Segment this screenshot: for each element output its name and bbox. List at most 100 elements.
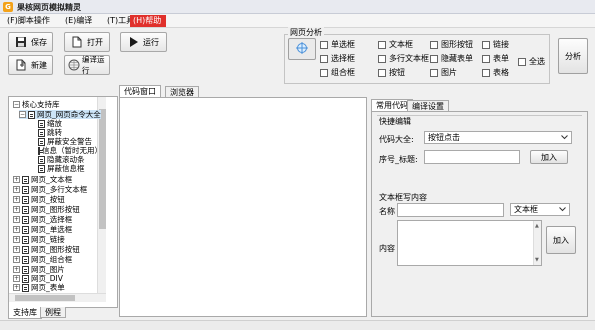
document-icon (38, 119, 45, 128)
tree-horizontal-scrollbar[interactable] (9, 293, 106, 302)
new-label: 新建 (31, 60, 47, 70)
checkbox-textbox[interactable]: 文本框 (378, 39, 413, 50)
tree-node[interactable]: + 网页_单选框 (13, 225, 72, 234)
code-library-select[interactable]: 按钮点击 (424, 131, 572, 144)
checkbox-hidden-form[interactable]: 隐藏表单 (430, 53, 473, 64)
tree-leaf[interactable]: 屏蔽信息框 (38, 164, 85, 173)
open-file-icon (70, 36, 83, 49)
seq-title-input[interactable] (424, 150, 520, 164)
compile-run-button[interactable]: 编译运行 (64, 55, 110, 75)
document-icon (22, 245, 29, 254)
tab-examples[interactable]: 例程 (40, 307, 66, 318)
tree-scroll-thumb[interactable] (99, 109, 106, 229)
tree-leaf[interactable]: 缩放 (38, 119, 62, 128)
document-icon (22, 205, 29, 214)
checkbox-multiline[interactable]: 多行文本框 (378, 53, 429, 64)
tree-leaf[interactable]: 信息（暂时无用） (38, 146, 97, 155)
open-button[interactable]: 打开 (64, 32, 110, 52)
checkbox-radio[interactable]: 单选框 (320, 39, 355, 50)
scroll-down-icon: ▼ (535, 257, 539, 263)
content-scrollbar[interactable]: ▲ ▼ (533, 221, 541, 265)
menu-help[interactable]: (H)帮助 (130, 15, 166, 27)
quick-edit-title: 快捷编辑 (379, 117, 411, 126)
content-label: 内容 (379, 244, 395, 253)
tree-leaf[interactable]: 跳转 (38, 128, 62, 137)
analyze-button[interactable]: 分析 (558, 38, 588, 74)
chevron-down-icon (559, 204, 566, 215)
tree-node[interactable]: + 网页_图形按钮 (13, 205, 80, 214)
tree-node[interactable]: + 网页_多行文本框 (13, 185, 87, 194)
name-label: 名称 (379, 207, 395, 216)
tree-node[interactable]: + 网页_图形按钮 (13, 245, 80, 254)
menu-script[interactable]: (F)脚本操作 (4, 15, 53, 27)
app-logo-icon: G (3, 2, 13, 12)
save-icon (14, 36, 27, 49)
add-content-button[interactable]: 加入 (546, 226, 576, 254)
open-label: 打开 (87, 37, 103, 47)
tree-hscroll-thumb[interactable] (15, 295, 75, 301)
text-write-title: 文本框写内容 (379, 193, 427, 202)
checkbox-form[interactable]: 表单 (482, 53, 509, 64)
tree-node[interactable]: + 网页_按钮 (13, 195, 65, 204)
tree-node[interactable]: + 网页_链接 (13, 235, 65, 244)
element-type-select[interactable]: 文本框 (510, 203, 570, 216)
tab-library[interactable]: 支持库 (8, 307, 42, 319)
document-icon (38, 155, 45, 164)
checkbox-table[interactable]: 表格 (482, 67, 509, 78)
document-icon (22, 225, 29, 234)
document-icon (38, 164, 45, 173)
tree-leaf[interactable]: 隐藏滚动条 (38, 155, 85, 164)
checkbox-image[interactable]: 图片 (430, 67, 457, 78)
document-icon (28, 110, 35, 119)
tree-vertical-scrollbar[interactable] (97, 97, 106, 293)
tree-node-commands[interactable]: − 网页_网页命令大全 (19, 110, 101, 119)
document-icon (22, 195, 29, 204)
tree-node[interactable]: + 网页_组合框 (13, 255, 72, 264)
play-icon (126, 36, 139, 49)
tree-node[interactable]: + 网页_DIV (13, 274, 63, 283)
checkbox-select-all[interactable]: 全选 (518, 56, 545, 67)
document-icon (38, 137, 45, 146)
checkbox-image-button[interactable]: 图形按钮 (430, 39, 473, 50)
document-icon (38, 128, 45, 137)
status-bar (0, 320, 595, 330)
checkbox-link[interactable]: 链接 (482, 39, 509, 50)
tree-root[interactable]: − 核心支持库 (13, 100, 60, 109)
tree-node[interactable]: + 网页_表单 (13, 283, 65, 292)
tree-node[interactable]: + 网页_图片 (13, 265, 65, 274)
code-library-label: 代码大全: (379, 135, 414, 144)
menu-bar: (F)脚本操作 (E)编译 (T)工具 (H)帮助 (0, 14, 595, 28)
tree-leaf[interactable]: 屏蔽安全警告 (38, 137, 92, 146)
save-button[interactable]: 保存 (8, 32, 53, 52)
window-title: 果核网页模拟精灵 (17, 3, 81, 12)
tree-node[interactable]: + 网页_选择框 (13, 215, 72, 224)
new-button[interactable]: 新建 (8, 55, 53, 75)
pick-element-button[interactable] (288, 38, 316, 60)
document-icon (22, 235, 29, 244)
new-file-icon (14, 59, 27, 72)
name-input[interactable] (397, 203, 504, 217)
seq-title-label: 序号_标题: (379, 155, 418, 164)
chevron-down-icon (561, 132, 568, 143)
document-icon (22, 283, 29, 292)
document-icon (22, 274, 29, 283)
compile-run-label: 编译运行 (82, 55, 105, 75)
document-icon (38, 146, 43, 155)
run-button[interactable]: 运行 (120, 32, 167, 52)
save-label: 保存 (31, 37, 47, 47)
menu-compile[interactable]: (E)编译 (62, 15, 95, 27)
checkbox-button[interactable]: 按钮 (378, 67, 405, 78)
document-icon (22, 215, 29, 224)
document-icon (22, 185, 29, 194)
scroll-up-icon: ▲ (535, 223, 539, 229)
checkbox-combo[interactable]: 组合框 (320, 67, 355, 78)
title-bar: G 果核网页模拟精灵 (0, 0, 595, 14)
tree-node[interactable]: + 网页_文本框 (13, 175, 72, 184)
document-icon (22, 255, 29, 264)
add-code-button[interactable]: 加入 (530, 150, 568, 164)
web-analysis-title: 网页分析 (288, 27, 324, 38)
checkbox-select[interactable]: 选择框 (320, 53, 355, 64)
code-editor[interactable] (119, 97, 367, 317)
content-textarea[interactable] (397, 220, 542, 266)
globe-icon (68, 59, 80, 72)
